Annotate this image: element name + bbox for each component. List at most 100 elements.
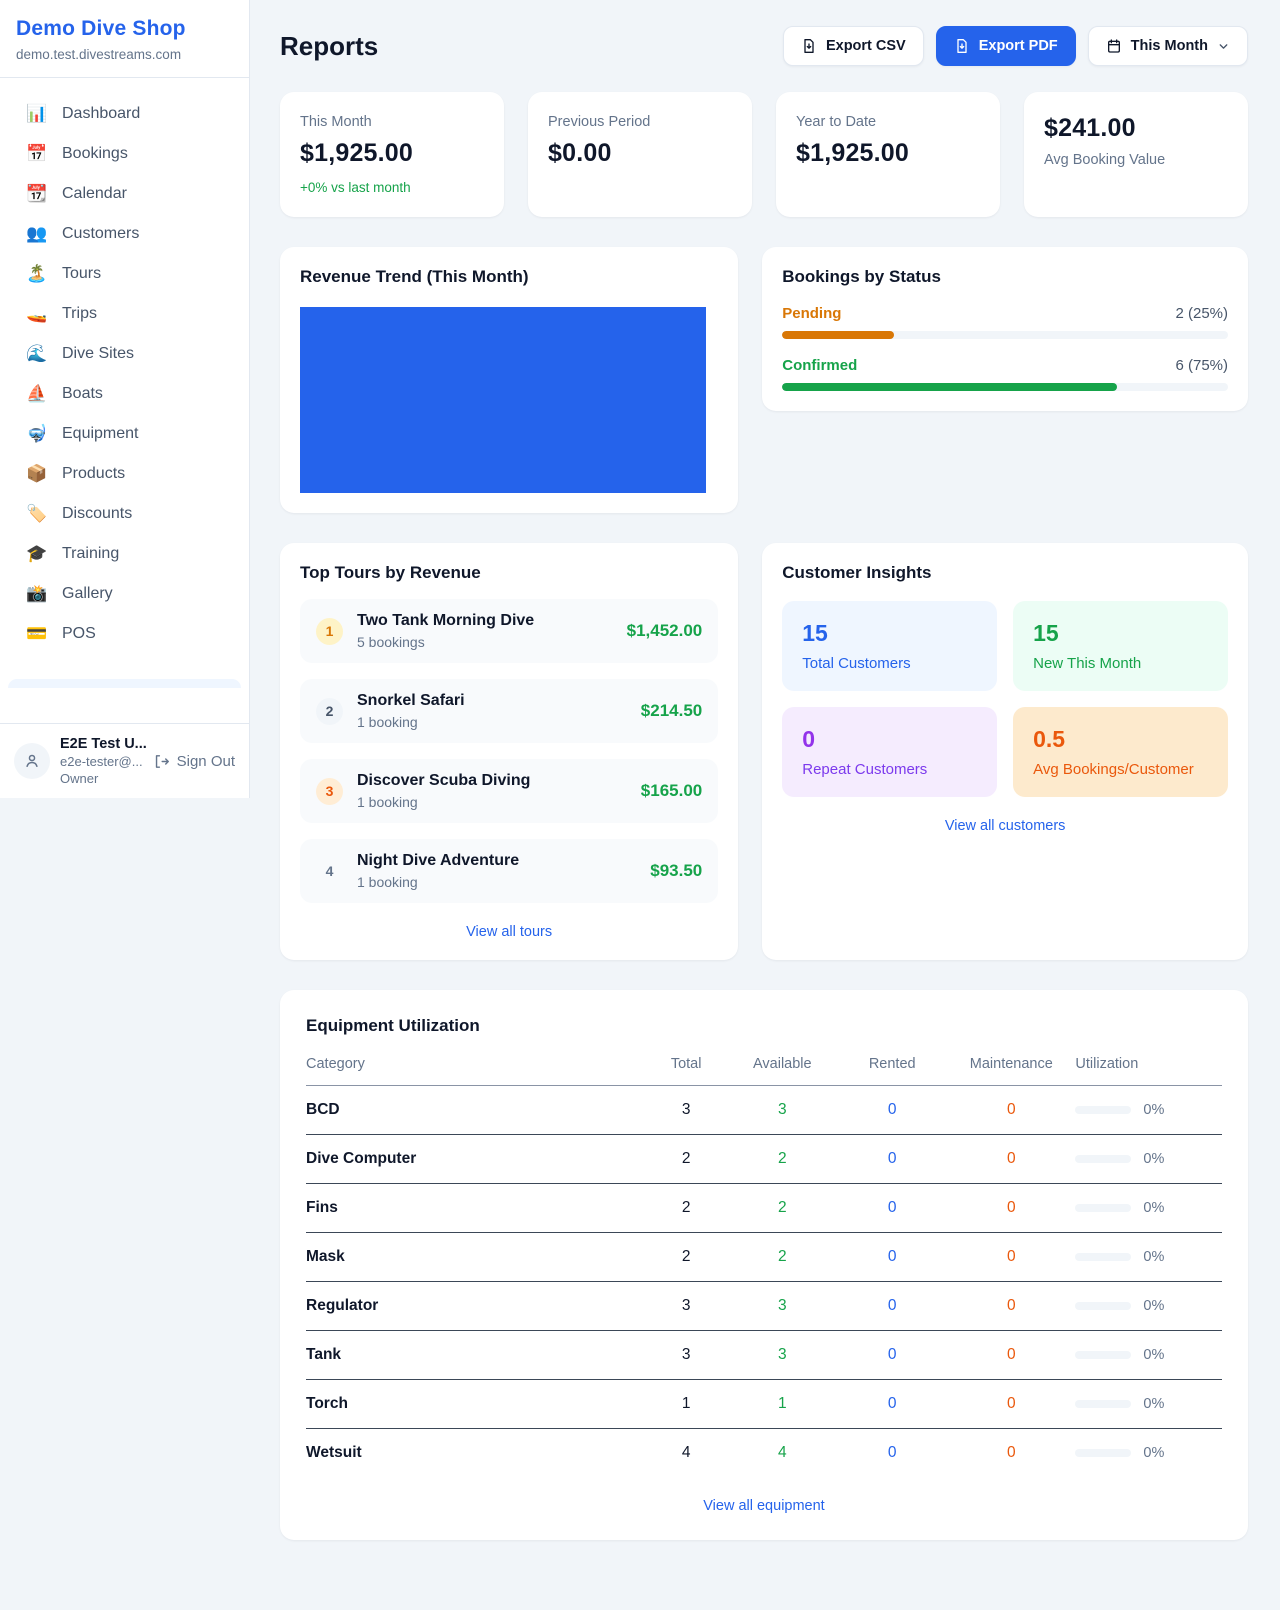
tour-bookings: 1 booking — [357, 794, 530, 810]
period-dropdown[interactable]: This Month — [1088, 26, 1248, 66]
page-header: Reports Export CSV Export PDF This Month — [280, 26, 1248, 66]
export-csv-button[interactable]: Export CSV — [783, 26, 924, 66]
insight-tile-avg-bookings: 0.5 Avg Bookings/Customer — [1013, 707, 1228, 797]
page-title: Reports — [280, 31, 378, 62]
cell-category: Dive Computer — [306, 1135, 645, 1184]
sidebar-item-gallery[interactable]: 📸 Gallery — [8, 574, 241, 614]
utilization-bar — [1075, 1106, 1131, 1114]
cell-maintenance: 0 — [947, 1184, 1075, 1233]
speedboat-icon: 🚤 — [26, 304, 48, 324]
utilization-cell: 0% — [1075, 1102, 1222, 1118]
header-actions: Export CSV Export PDF This Month — [783, 26, 1248, 66]
tour-row: 4 Night Dive Adventure 1 booking $93.50 — [300, 839, 718, 903]
sidebar-item-products[interactable]: 📦 Products — [8, 454, 241, 494]
stat-label: This Month — [300, 114, 484, 130]
view-all-tours-link[interactable]: View all tours — [300, 924, 718, 940]
utilization-bar — [1075, 1449, 1131, 1457]
cell-available: 3 — [727, 1331, 837, 1380]
utilization-cell: 0% — [1075, 1445, 1222, 1461]
cell-available: 2 — [727, 1233, 837, 1282]
stat-label: Year to Date — [796, 114, 980, 130]
table-row: BCD 3 3 0 0 0% — [306, 1086, 1222, 1135]
island-icon: 🏝️ — [26, 264, 48, 284]
rank-badge: 4 — [316, 858, 343, 885]
sidebar-item-dashboard[interactable]: 📊 Dashboard — [8, 94, 241, 134]
cell-maintenance: 0 — [947, 1331, 1075, 1380]
stat-value: $1,925.00 — [300, 139, 484, 168]
utilization-pct: 0% — [1143, 1249, 1164, 1265]
sign-out-button[interactable]: Sign Out — [153, 753, 235, 770]
export-pdf-button[interactable]: Export PDF — [936, 26, 1076, 66]
insight-label: Total Customers — [802, 655, 977, 672]
cell-maintenance: 0 — [947, 1135, 1075, 1184]
table-row: Dive Computer 2 2 0 0 0% — [306, 1135, 1222, 1184]
sidebar-item-trips[interactable]: 🚤 Trips — [8, 294, 241, 334]
sidebar-item-reports-clipped[interactable] — [8, 679, 241, 688]
sidebar-item-training[interactable]: 🎓 Training — [8, 534, 241, 574]
cell-total: 2 — [645, 1135, 727, 1184]
status-row-confirmed: Confirmed 6 (75%) — [782, 357, 1228, 391]
cell-rented: 0 — [837, 1086, 947, 1135]
col-header-available: Available — [727, 1056, 837, 1086]
stat-delta: +0% vs last month — [300, 180, 484, 195]
cell-available: 1 — [727, 1380, 837, 1429]
cell-available: 3 — [727, 1282, 837, 1331]
sidebar-item-customers[interactable]: 👥 Customers — [8, 214, 241, 254]
cell-available: 2 — [727, 1135, 837, 1184]
sign-out-icon — [153, 753, 170, 770]
table-row: Wetsuit 4 4 0 0 0% — [306, 1429, 1222, 1478]
sidebar-item-dive-sites[interactable]: 🌊 Dive Sites — [8, 334, 241, 374]
rank-badge: 2 — [316, 698, 343, 725]
utilization-cell: 0% — [1075, 1298, 1222, 1314]
cell-available: 3 — [727, 1086, 837, 1135]
wave-icon: 🌊 — [26, 344, 48, 364]
sidebar-item-label: Products — [62, 465, 125, 483]
utilization-pct: 0% — [1143, 1445, 1164, 1461]
cell-rented: 0 — [837, 1331, 947, 1380]
sidebar-item-bookings[interactable]: 📅 Bookings — [8, 134, 241, 174]
tour-name: Discover Scuba Diving — [357, 772, 530, 790]
sidebar-item-tours[interactable]: 🏝️ Tours — [8, 254, 241, 294]
brand-name[interactable]: Demo Dive Shop — [16, 17, 233, 41]
cell-maintenance: 0 — [947, 1282, 1075, 1331]
utilization-pct: 0% — [1143, 1102, 1164, 1118]
main-content: Reports Export CSV Export PDF This Month — [250, 0, 1280, 1580]
col-header-utilization: Utilization — [1075, 1056, 1222, 1086]
sidebar-item-label: Gallery — [62, 585, 113, 603]
chevron-down-icon — [1217, 40, 1230, 53]
sidebar-item-pos[interactable]: 💳 POS — [8, 614, 241, 654]
sidebar-item-calendar[interactable]: 📆 Calendar — [8, 174, 241, 214]
tour-bookings: 1 booking — [357, 714, 465, 730]
cell-category: Tank — [306, 1331, 645, 1380]
cell-category: Wetsuit — [306, 1429, 645, 1478]
sidebar-item-discounts[interactable]: 🏷️ Discounts — [8, 494, 241, 534]
person-icon — [23, 752, 41, 770]
sign-out-label: Sign Out — [177, 753, 235, 770]
stat-card-avg-booking-value: $241.00 Avg Booking Value — [1024, 92, 1248, 217]
insight-value: 0 — [802, 726, 977, 753]
utilization-pct: 0% — [1143, 1151, 1164, 1167]
utilization-bar — [1075, 1204, 1131, 1212]
user-footer: E2E Test U... e2e-tester@... Owner Sign … — [0, 723, 249, 798]
tour-amount: $93.50 — [650, 861, 702, 881]
view-all-equipment-link[interactable]: View all equipment — [306, 1498, 1222, 1514]
utilization-bar — [1075, 1253, 1131, 1261]
view-all-customers-link[interactable]: View all customers — [782, 818, 1228, 834]
sidebar: Demo Dive Shop demo.test.divestreams.com… — [0, 0, 250, 798]
tour-row: 3 Discover Scuba Diving 1 booking $165.0… — [300, 759, 718, 823]
utilization-cell: 0% — [1075, 1200, 1222, 1216]
stat-card-previous-period: Previous Period $0.00 — [528, 92, 752, 217]
cell-rented: 0 — [837, 1380, 947, 1429]
sidebar-item-boats[interactable]: ⛵ Boats — [8, 374, 241, 414]
progress-fill-confirmed — [782, 383, 1116, 391]
insight-value: 0.5 — [1033, 726, 1208, 753]
utilization-bar — [1075, 1155, 1131, 1163]
cell-total: 1 — [645, 1380, 727, 1429]
file-download-icon — [801, 38, 817, 54]
sidebar-item-equipment[interactable]: 🤿 Equipment — [8, 414, 241, 454]
stat-value: $1,925.00 — [796, 139, 980, 168]
dashboard-icon: 📊 — [26, 104, 48, 124]
insights-grid: 15 Total Customers 15 New This Month 0 R… — [782, 601, 1228, 797]
utilization-pct: 0% — [1143, 1298, 1164, 1314]
sidebar-item-label: Equipment — [62, 425, 139, 443]
